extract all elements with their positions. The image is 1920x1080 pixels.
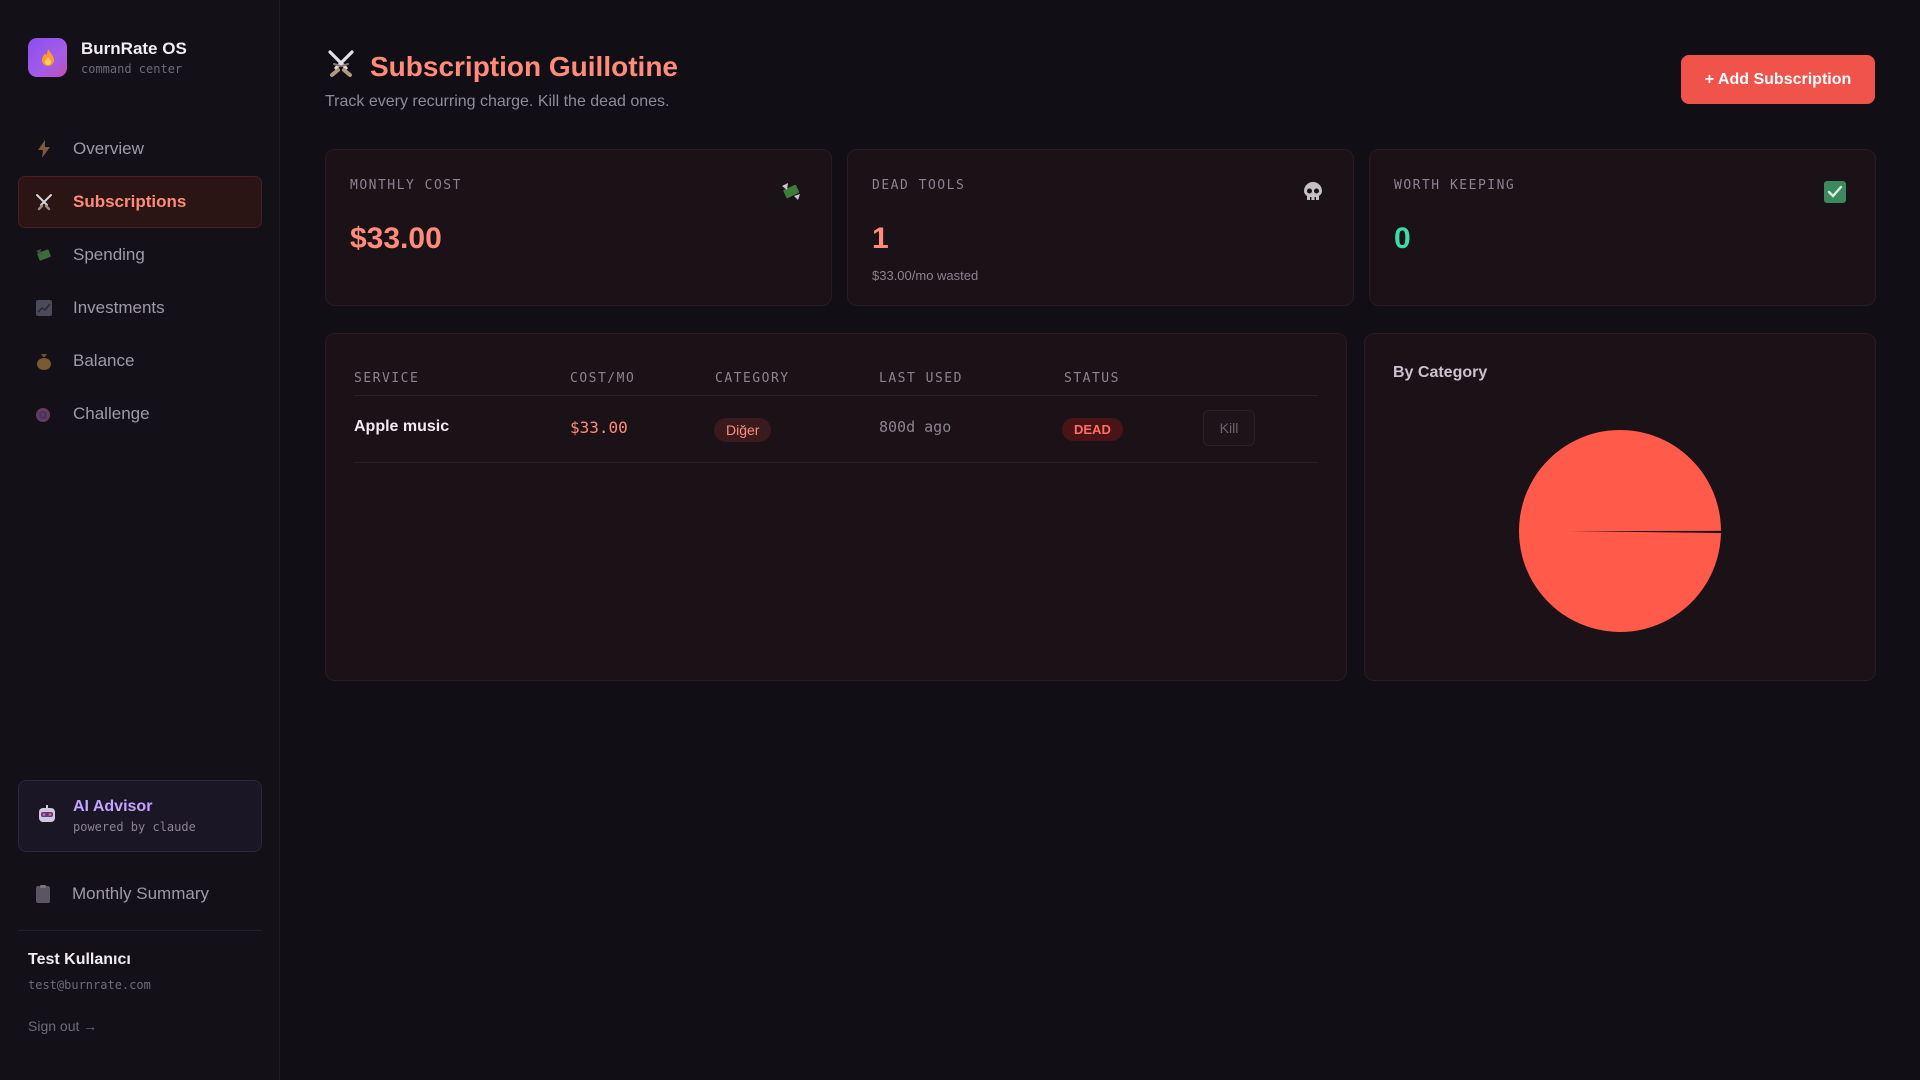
sidebar-item-label: Challenge (73, 404, 150, 423)
column-header-status: STATUS (1064, 371, 1120, 386)
crossed-swords-icon (326, 48, 356, 85)
money-wings-icon (779, 180, 803, 204)
stat-label: MONTHLY COST (350, 178, 462, 193)
stat-card-worth-keeping: WORTH KEEPING 0 (1369, 149, 1876, 306)
sidebar-item-label: Investments (73, 298, 165, 317)
sidebar: BurnRate OS command center Overview Subs… (0, 0, 280, 1080)
pie-slice[interactable] (1519, 429, 1721, 632)
column-header-cost: COST/MO (570, 371, 636, 386)
stat-card-dead-tools: DEAD TOOLS 1 $33.00/mo wasted (847, 149, 1354, 306)
sidebar-item-label: Monthly Summary (72, 884, 209, 903)
divider (18, 930, 262, 931)
check-box-icon (1823, 180, 1847, 204)
category-pie-chart (1519, 429, 1721, 632)
user-email: test@burnrate.com (28, 978, 151, 992)
sidebar-item-label: Subscriptions (73, 192, 187, 211)
kill-button[interactable]: Kill (1203, 410, 1255, 446)
sidebar-item-label: Overview (73, 139, 144, 158)
flame-icon (28, 38, 67, 77)
page-title-text: Subscription Guillotine (370, 50, 678, 82)
stat-label: DEAD TOOLS (872, 178, 966, 193)
ai-advisor-button[interactable]: AI Advisor powered by claude (18, 780, 262, 852)
category-chart-card: By Category (1364, 333, 1876, 681)
money-wings-icon (35, 246, 53, 264)
stat-card-monthly-cost: MONTHLY COST $33.00 (325, 149, 832, 306)
divider (354, 462, 1318, 463)
subscriptions-table: SERVICE COST/MO CATEGORY LAST USED STATU… (325, 333, 1347, 681)
sidebar-item-monthly-summary[interactable]: Monthly Summary (18, 868, 262, 920)
divider (354, 395, 1318, 396)
sign-out-link[interactable]: Sign out → (28, 1018, 97, 1034)
stat-label: WORTH KEEPING (1394, 178, 1516, 193)
column-header-service: SERVICE (354, 371, 420, 386)
sidebar-item-subscriptions[interactable]: Subscriptions (18, 176, 262, 228)
money-bag-icon (35, 352, 53, 370)
chart-icon (35, 299, 53, 317)
sidebar-item-overview[interactable]: Overview (18, 123, 262, 175)
brand[interactable]: BurnRate OS command center (28, 38, 187, 77)
page-subtitle: Track every recurring charge. Kill the d… (325, 93, 670, 110)
app-name: BurnRate OS (81, 39, 187, 58)
robot-icon (37, 804, 57, 829)
service-name: Apple music (354, 418, 450, 435)
category-badge: Diğer (714, 418, 772, 442)
column-header-last-used: LAST USED (879, 371, 963, 386)
stat-value: 1 (872, 222, 889, 255)
crossed-swords-icon (35, 193, 53, 211)
lightning-icon (35, 140, 53, 158)
cost-value: $33.00 (570, 418, 628, 437)
sidebar-item-challenge[interactable]: Challenge (18, 388, 262, 440)
stat-sub: $33.00/mo wasted (872, 268, 979, 283)
target-icon (35, 405, 53, 423)
app-subtitle: command center (81, 62, 183, 76)
skull-icon (1301, 180, 1325, 204)
status-badge: DEAD (1062, 418, 1123, 441)
advisor-subtitle: powered by claude (73, 820, 196, 834)
sidebar-item-investments[interactable]: Investments (18, 282, 262, 334)
user-name: Test Kullanıcı (28, 951, 131, 968)
page-title: Subscription Guillotine (326, 48, 678, 85)
column-header-category: CATEGORY (715, 371, 790, 386)
stat-value: $33.00 (350, 222, 442, 255)
stat-value: 0 (1394, 222, 1411, 255)
clipboard-icon (34, 885, 52, 903)
sidebar-item-label: Balance (73, 351, 135, 370)
add-subscription-button[interactable]: + Add Subscription (1681, 55, 1875, 104)
sidebar-item-spending[interactable]: Spending (18, 229, 262, 281)
sidebar-item-label: Spending (73, 245, 145, 264)
sidebar-item-balance[interactable]: Balance (18, 335, 262, 387)
sidebar-nav: Overview Subscriptions Spending Investme… (18, 123, 262, 441)
advisor-title: AI Advisor (73, 798, 153, 815)
last-used: 800d ago (879, 418, 952, 436)
